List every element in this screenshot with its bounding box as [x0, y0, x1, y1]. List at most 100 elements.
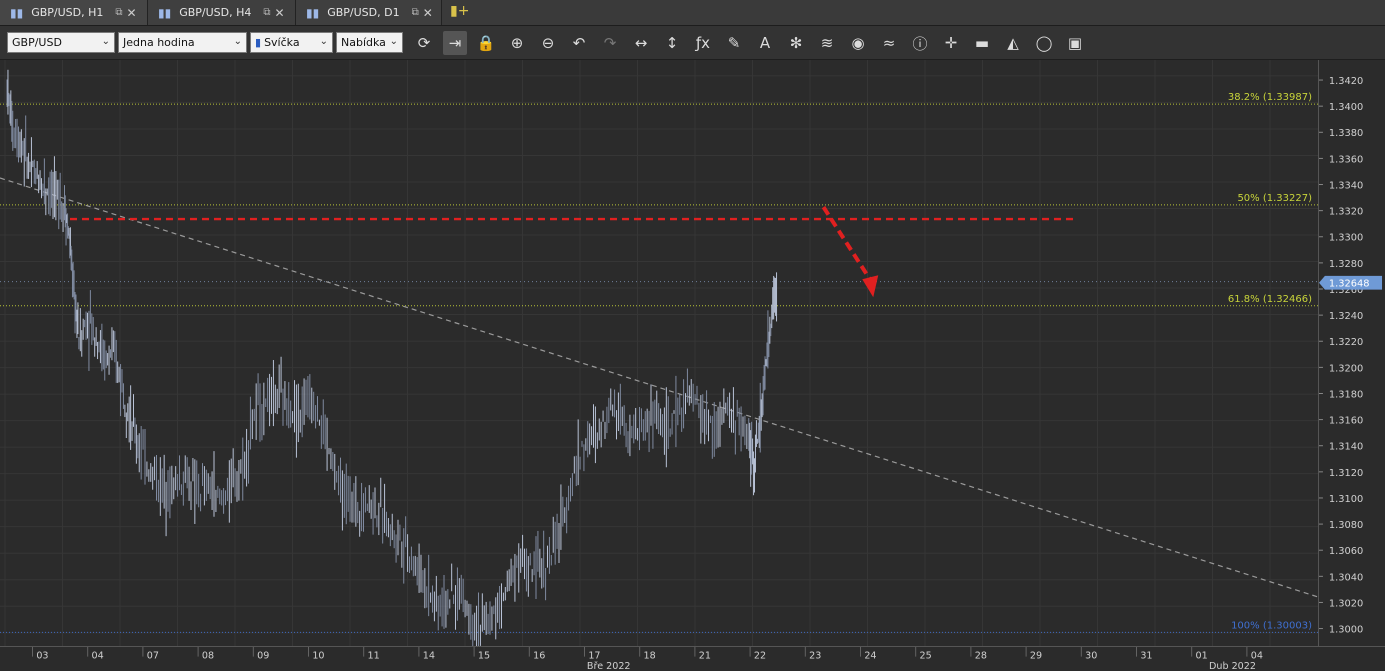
time-axis[interactable]: 03 04 07 08 09 10 11 14 15 16 17 18 21 22 23 24 25 28 29 30…	[0, 646, 1385, 671]
drawing-pen-icon[interactable]: ✎	[722, 31, 746, 55]
chart-toolbar: GBP/USD ⌄ Jedna hodina ⌄ ▮ Svíčka ⌄ Nabí…	[0, 26, 1385, 60]
cross-cursor-icon[interactable]: ✛	[939, 31, 963, 55]
month-label: Dub 2022	[1209, 661, 1256, 671]
circle-tool-icon[interactable]: ◯	[1032, 31, 1056, 55]
price-tick-label: 1.3220	[1329, 337, 1363, 348]
refresh-icon[interactable]: ⟳	[412, 31, 436, 55]
shift-chart-icon[interactable]: ⇥	[443, 31, 467, 55]
close-icon[interactable]: ✕	[127, 6, 137, 20]
date-tick-label: 28	[975, 651, 987, 662]
chevron-down-icon: ⌄	[101, 36, 110, 47]
candlestick-icon: ▮	[255, 36, 262, 49]
price-tick-label: 1.3060	[1329, 546, 1363, 557]
price-tick-label: 1.3180	[1329, 389, 1363, 400]
tab-label: GBP/USD, D1	[327, 6, 400, 19]
candlestick-icon: ▮▮	[158, 5, 172, 20]
text-tool-icon[interactable]: A	[753, 31, 777, 55]
candlestick-icon: ▮▮	[306, 5, 320, 20]
chart-tab-bar: ▮▮ GBP/USD, H1 ⧉ ✕ ▮▮ GBP/USD, H4 ⧉ ✕ ▮▮…	[0, 0, 1385, 26]
month-label: Bře 2022	[587, 661, 631, 671]
fib-level-label: 100% (1.30003)	[1231, 620, 1312, 631]
price-chart[interactable]: 38.2% (1.33987) 50% (1.33227) 61.8% (1.324…	[0, 60, 1318, 646]
price-tick-label: 1.3420	[1329, 76, 1363, 87]
tab-label: GBP/USD, H4	[179, 6, 252, 19]
date-tick-label: 04	[1251, 651, 1263, 662]
fill-bucket-icon[interactable]: ◭	[1001, 31, 1025, 55]
undock-icon[interactable]: ⧉	[412, 7, 419, 18]
arrow-head-icon[interactable]	[862, 275, 879, 298]
save-icon[interactable]: ▣	[1063, 31, 1087, 55]
horizontal-fit-icon[interactable]: ↔	[629, 31, 653, 55]
close-icon[interactable]: ✕	[423, 6, 433, 20]
date-tick-label: 24	[864, 651, 876, 662]
price-tick-label: 1.3360	[1329, 154, 1363, 165]
price-tick-label: 1.3340	[1329, 180, 1363, 191]
date-tick-label: 30	[1085, 651, 1097, 662]
price-axis[interactable]: 1.3420 1.3400 1.3380 1.3360 1.3340 1.3320 1.33…	[1318, 60, 1385, 646]
chart-type-select[interactable]: ▮ Svíčka ⌄	[250, 32, 333, 53]
offer-side-select[interactable]: Nabídka ⌄	[336, 32, 403, 53]
date-tick-label: 07	[147, 651, 159, 662]
price-tick-label: 1.3200	[1329, 363, 1363, 374]
price-tick-label: 1.3080	[1329, 520, 1363, 531]
trend-line[interactable]	[0, 177, 1318, 598]
date-tick-label: 08	[202, 651, 214, 662]
date-tick-label: 15	[478, 651, 490, 662]
pattern-icon[interactable]: ≈	[877, 31, 901, 55]
price-tick-label: 1.3120	[1329, 468, 1363, 479]
date-tick-label: 11	[368, 651, 380, 662]
fib-level-label: 61.8% (1.32466)	[1228, 294, 1312, 305]
tab-label: GBP/USD, H1	[31, 6, 104, 19]
instrument-value: GBP/USD	[12, 36, 62, 49]
period-value: Jedna hodina	[123, 36, 195, 49]
tab-gbpusd-h1[interactable]: ▮▮ GBP/USD, H1 ⧉ ✕	[0, 0, 148, 25]
price-tick-label: 1.3320	[1329, 207, 1363, 218]
price-tick-label: 1.3160	[1329, 416, 1363, 427]
chevron-down-icon: ⌄	[319, 36, 328, 47]
date-tick-label: 01	[1196, 651, 1208, 662]
offer-side-value: Nabídka	[341, 36, 386, 49]
instrument-select[interactable]: GBP/USD ⌄	[7, 32, 115, 53]
price-tick-label: 1.3100	[1329, 494, 1363, 505]
fib-level-label: 38.2% (1.33987)	[1228, 92, 1312, 103]
vertical-fit-icon[interactable]: ↕	[660, 31, 684, 55]
close-icon[interactable]: ✕	[275, 6, 285, 20]
zoom-out-icon[interactable]: ⊖	[536, 31, 560, 55]
current-price-label: 1.32648	[1329, 279, 1370, 290]
price-tick-label: 1.3300	[1329, 233, 1363, 244]
date-tick-label: 18	[644, 651, 656, 662]
tab-gbpusd-h4[interactable]: ▮▮ GBP/USD, H4 ⧉ ✕	[148, 0, 296, 25]
zoom-in-icon[interactable]: ⊕	[505, 31, 529, 55]
chevron-down-icon: ⌄	[389, 36, 398, 47]
date-tick-label: 10	[312, 651, 324, 662]
period-select[interactable]: Jedna hodina ⌄	[118, 32, 247, 53]
undo-icon[interactable]: ↶	[567, 31, 591, 55]
date-tick-label: 17	[588, 651, 600, 662]
date-tick-label: 29	[1030, 651, 1042, 662]
date-tick-label: 22	[754, 651, 766, 662]
candlestick-icon: ▮▮	[10, 5, 24, 20]
tab-gbpusd-d1[interactable]: ▮▮ GBP/USD, D1 ⧉ ✕	[296, 0, 442, 25]
price-tick-label: 1.3000	[1329, 625, 1363, 636]
price-tick-label: 1.3400	[1329, 102, 1363, 113]
date-tick-label: 04	[92, 651, 104, 662]
indicators-fx-icon[interactable]: ƒx	[691, 31, 715, 55]
chevron-down-icon: ⌄	[233, 36, 242, 47]
layers-icon[interactable]: ≋	[815, 31, 839, 55]
date-tick-label: 14	[423, 651, 435, 662]
undock-icon[interactable]: ⧉	[115, 7, 122, 18]
price-tick-label: 1.3380	[1329, 128, 1363, 139]
date-tick-label: 23	[809, 651, 821, 662]
lock-icon[interactable]: 🔒	[474, 31, 498, 55]
fib-level-label: 50% (1.33227)	[1237, 193, 1312, 204]
price-tick-label: 1.3040	[1329, 572, 1363, 583]
color-palette-icon[interactable]: ▬	[970, 31, 994, 55]
add-chart-icon[interactable]: ▮+	[450, 3, 469, 19]
price-tick-label: 1.3140	[1329, 442, 1363, 453]
undock-icon[interactable]: ⧉	[263, 7, 270, 18]
date-tick-label: 31	[1140, 651, 1152, 662]
redo-icon[interactable]: ↷	[598, 31, 622, 55]
info-icon[interactable]: ⓘ	[908, 31, 932, 55]
visibility-eye-icon[interactable]: ◉	[846, 31, 870, 55]
crosshair-tools-icon[interactable]: ✻	[784, 31, 808, 55]
